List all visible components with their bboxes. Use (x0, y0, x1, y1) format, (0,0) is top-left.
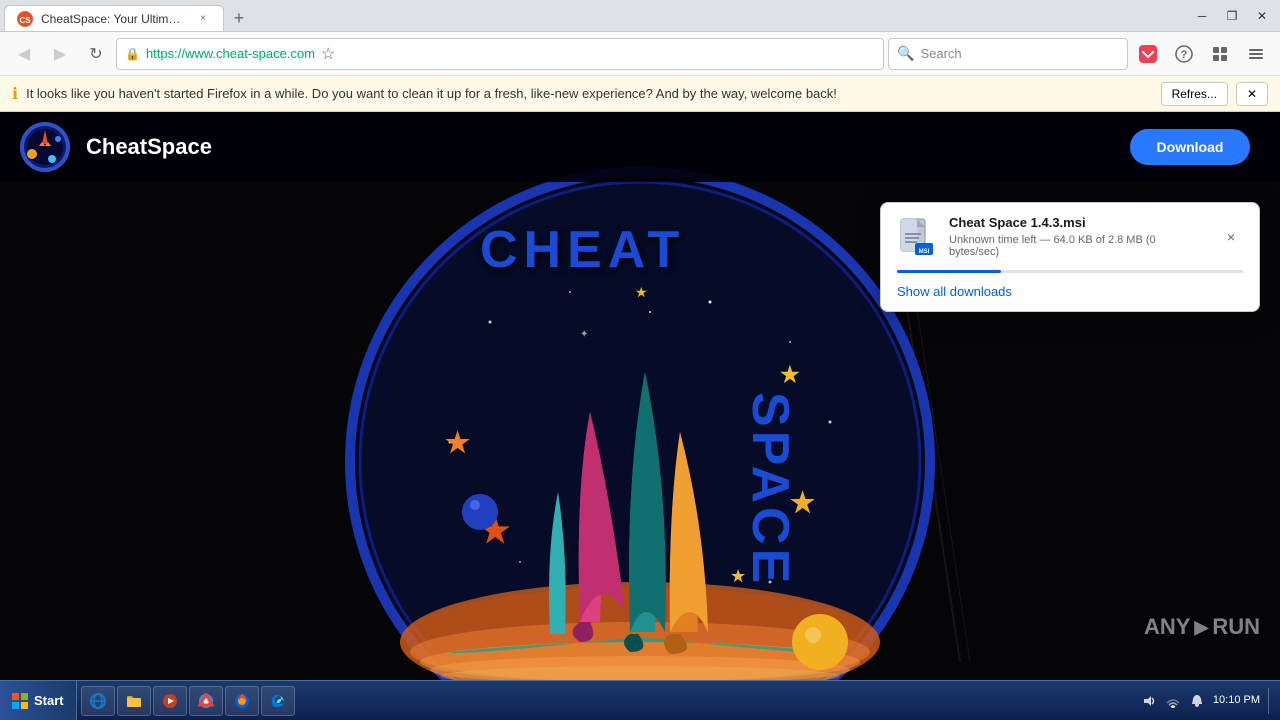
download-footer: Show all downloads (881, 273, 1259, 311)
bookmark-star-icon[interactable]: ☆ (321, 44, 335, 64)
tab-title: CheatSpace: Your Ultimate Game... (41, 12, 187, 26)
tab-close-button[interactable]: × (195, 11, 211, 27)
taskbar-clock: 10:10 PM (1213, 693, 1260, 707)
folder-icon (126, 693, 142, 709)
svg-text:✦: ✦ (580, 329, 588, 340)
site-header: CheatSpace Download (0, 112, 1280, 182)
notification-bar: ℹ It looks like you haven't started Fire… (0, 76, 1280, 112)
forward-button[interactable]: ▶ (44, 38, 76, 70)
download-item: MSI Cheat Space 1.4.3.msi Unknown time l… (881, 203, 1259, 270)
search-bar[interactable]: 🔍 Search (888, 38, 1128, 70)
site-cta-button[interactable]: Download (1130, 129, 1250, 165)
tab-bar: CS CheatSpace: Your Ultimate Game... × + (4, 0, 1188, 31)
svg-text:MSI: MSI (919, 249, 930, 255)
media-player-icon (162, 693, 178, 709)
close-button[interactable]: ✕ (1248, 5, 1276, 27)
taskbar-right: 10:10 PM (1133, 688, 1280, 714)
nav-right-buttons: ? (1132, 38, 1272, 70)
show-desktop-button[interactable] (1268, 688, 1272, 714)
svg-text:SPACE: SPACE (741, 392, 799, 587)
minimize-button[interactable]: ─ (1188, 5, 1216, 27)
nav-bar: ◀ ▶ ↻ 🔒 https://www.cheat-space.com ☆ 🔍 … (0, 32, 1280, 76)
active-tab[interactable]: CS CheatSpace: Your Ultimate Game... × (4, 5, 224, 31)
download-file-icon: MSI (897, 217, 937, 257)
clock-time: 10:10 PM (1213, 693, 1260, 707)
taskbar-items (77, 686, 1133, 716)
dismiss-notification-button[interactable]: ✕ (1236, 82, 1268, 106)
svg-text:CHEAT: CHEAT (480, 221, 685, 279)
new-tab-button[interactable]: + (226, 5, 252, 31)
download-info: Cheat Space 1.4.3.msi Unknown time left … (949, 215, 1207, 258)
address-bar[interactable]: 🔒 https://www.cheat-space.com ☆ (116, 38, 884, 70)
chrome-icon (198, 693, 214, 709)
info-icon: ℹ (12, 84, 18, 104)
watermark-any: ANY (1144, 614, 1190, 640)
search-placeholder: Search (920, 46, 961, 61)
edge-icon (270, 693, 286, 709)
refresh-button[interactable]: ↻ (80, 38, 112, 70)
tab-favicon: CS (17, 11, 33, 27)
help-button[interactable]: ? (1168, 38, 1200, 70)
download-close-button[interactable]: × (1219, 225, 1243, 249)
taskbar-item-ie[interactable] (81, 686, 115, 716)
svg-text:★: ★ (635, 284, 648, 300)
taskbar-item-explorer[interactable] (117, 686, 151, 716)
notification-text: It looks like you haven't started Firefo… (26, 86, 1153, 101)
taskbar: Start (0, 680, 1280, 720)
taskbar-item-firefox[interactable] (225, 686, 259, 716)
refresh-firefox-button[interactable]: Refres... (1161, 82, 1228, 106)
page-content: CheatSpace Download (0, 112, 1280, 680)
ie-icon (90, 693, 106, 709)
start-button[interactable]: Start (0, 681, 77, 720)
site-name: CheatSpace (86, 134, 212, 160)
site-logo (20, 122, 70, 172)
download-filename: Cheat Space 1.4.3.msi (949, 215, 1207, 230)
start-label: Start (34, 693, 64, 708)
svg-text:?: ? (1181, 49, 1188, 61)
taskbar-item-chrome[interactable] (189, 686, 223, 716)
browser-window: CS CheatSpace: Your Ultimate Game... × +… (0, 0, 1280, 680)
svg-text:CS: CS (19, 16, 31, 25)
watermark-run: RUN (1212, 614, 1260, 640)
download-status: Unknown time left — 64.0 KB of 2.8 MB (0… (949, 234, 1207, 258)
anyrun-watermark: ANY ▶ RUN (1144, 614, 1260, 640)
pocket-button[interactable] (1132, 38, 1164, 70)
taskbar-item-edge[interactable] (261, 686, 295, 716)
extensions-button[interactable] (1204, 38, 1236, 70)
windows-logo-icon (12, 693, 28, 709)
title-bar: CS CheatSpace: Your Ultimate Game... × +… (0, 0, 1280, 32)
secure-icon: 🔒 (125, 47, 140, 61)
watermark-play-icon: ▶ (1194, 617, 1208, 638)
back-button[interactable]: ◀ (8, 38, 40, 70)
network-icon[interactable] (1165, 693, 1181, 709)
svg-text:★: ★ (445, 427, 470, 458)
show-all-downloads-link[interactable]: Show all downloads (897, 284, 1012, 299)
address-text: https://www.cheat-space.com (146, 46, 315, 61)
restore-button[interactable]: ❐ (1218, 5, 1246, 27)
window-controls: ─ ❐ ✕ (1188, 5, 1276, 27)
download-popup: MSI Cheat Space 1.4.3.msi Unknown time l… (880, 202, 1260, 312)
search-icon: 🔍 (897, 45, 914, 62)
site-nav: Download (228, 129, 1260, 165)
notifications-icon[interactable] (1189, 693, 1205, 709)
menu-button[interactable] (1240, 38, 1272, 70)
svg-text:★: ★ (780, 362, 800, 387)
taskbar-item-media[interactable] (153, 686, 187, 716)
volume-icon[interactable] (1141, 693, 1157, 709)
firefox-icon (234, 693, 250, 709)
